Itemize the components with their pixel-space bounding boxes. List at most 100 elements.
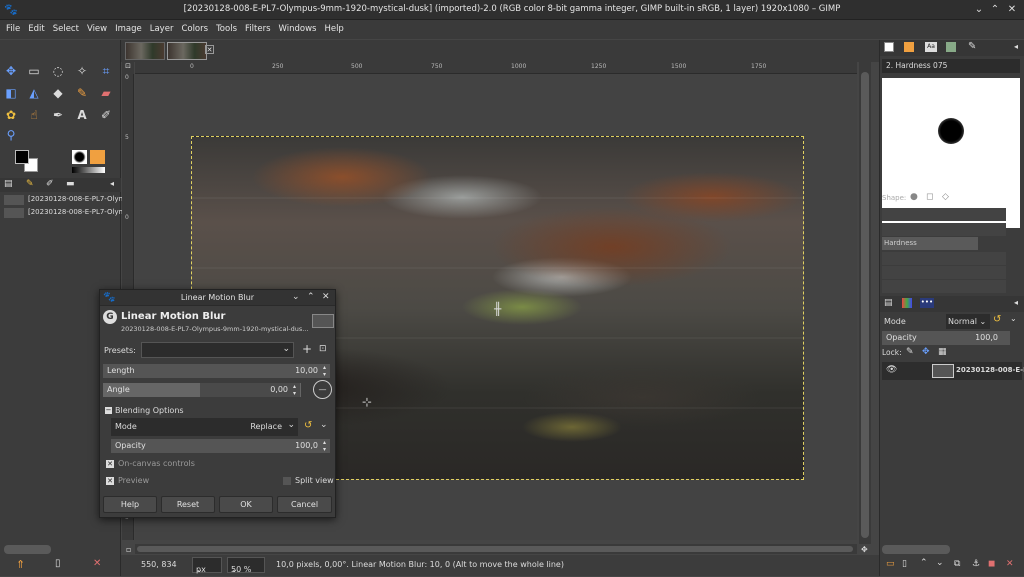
brush-preview[interactable] — [882, 78, 1020, 228]
menu-edit[interactable]: Edit — [24, 20, 48, 39]
unit-select[interactable]: px ⌄ — [192, 557, 222, 574]
minimize-icon[interactable]: ⌄ — [292, 292, 300, 302]
lock-position-icon[interactable]: ✥ — [922, 347, 930, 357]
lasso-icon[interactable]: ◌ — [49, 62, 67, 80]
length-slider[interactable]: Length 10,00 ▴ ▾ — [103, 364, 330, 378]
channels-tab-icon[interactable] — [902, 298, 912, 308]
menu-select[interactable]: Select — [49, 20, 83, 39]
raise-icon[interactable]: ⇑ — [16, 558, 25, 571]
tool-presets-tab-icon[interactable]: ✎ — [968, 41, 976, 52]
foreground-color-swatch[interactable] — [15, 150, 29, 164]
list-item[interactable]: [20230128-008-E-PL7-Olym — [4, 194, 125, 206]
length-stepper-icon[interactable]: ▴ ▾ — [320, 364, 329, 378]
paint-tab-icon[interactable]: ✐ — [46, 179, 54, 189]
close-icon[interactable]: ✕ — [1005, 3, 1019, 17]
menu-windows[interactable]: Windows — [275, 20, 321, 39]
menu-tools[interactable]: Tools — [212, 20, 241, 39]
close-icon[interactable]: ✕ — [322, 292, 330, 302]
menu-file[interactable]: File — [2, 20, 24, 39]
menu-image[interactable]: Image — [111, 20, 146, 39]
image-tab-1[interactable] — [125, 42, 165, 60]
anchor-layer-icon[interactable]: ⚓ — [972, 559, 980, 569]
angle-stepper-icon[interactable]: ▴ ▾ — [290, 383, 299, 397]
shape-square-icon[interactable]: ◻ — [926, 192, 933, 202]
layer-mask-icon[interactable]: ◼ — [988, 559, 995, 569]
angle-dial-icon[interactable]: — — [313, 380, 332, 399]
paintbrush-icon[interactable]: ✎ — [73, 84, 91, 102]
paths-tab-icon[interactable]: ••• — [920, 298, 934, 308]
rect-select-icon[interactable]: ▭ — [25, 62, 43, 80]
color-picker-icon[interactable]: ✐ — [97, 106, 115, 124]
brush-option-slider[interactable] — [882, 223, 1006, 236]
on-canvas-controls-checkbox[interactable]: ✕ — [106, 460, 114, 468]
delete-icon[interactable]: ✕ — [93, 558, 101, 569]
images-tab-icon[interactable]: ▤ — [4, 179, 13, 189]
brush-option-slider[interactable] — [882, 266, 1006, 279]
help-button[interactable]: Help — [103, 496, 157, 513]
blend-opacity-slider[interactable]: Opacity 100,0 ▴ ▾ — [111, 439, 330, 453]
dialog-title-bar[interactable]: 🐾 Linear Motion Blur ⌄ ⌃ ✕ — [100, 290, 335, 306]
blur-line-handle-icon[interactable]: ╫ — [494, 302, 501, 316]
layer-opacity-field[interactable]: Opacity 100,0 — [882, 331, 1010, 345]
hardness-slider[interactable]: Hardness — [882, 237, 978, 250]
duplicate-layer-icon[interactable]: ⧉ — [954, 559, 960, 569]
smudge-icon[interactable]: ☝ — [25, 106, 43, 124]
vertical-scrollbar[interactable] — [859, 62, 871, 544]
path-icon[interactable]: ✒ — [49, 106, 67, 124]
presets-select[interactable]: ⌄ — [141, 342, 294, 358]
dock-menu-icon[interactable]: ◂ — [1014, 298, 1018, 307]
transform-icon[interactable]: ◧ — [2, 84, 20, 102]
panel-scrollbar[interactable] — [4, 545, 51, 554]
layer-row[interactable]: 👁 20230128-008-E-PL7 — [882, 362, 1024, 380]
visibility-eye-icon[interactable]: 👁 — [886, 365, 897, 375]
brush-option-slider[interactable] — [882, 280, 1006, 293]
warp-icon[interactable]: ◭ — [25, 84, 43, 102]
preview-checkbox[interactable]: ✕ — [106, 477, 114, 485]
lock-pixels-icon[interactable]: ✎ — [906, 347, 914, 357]
navigate-icon[interactable]: ✥ — [861, 545, 868, 554]
menu-layer[interactable]: Layer — [146, 20, 178, 39]
image-tab-2[interactable] — [167, 42, 207, 60]
lower-layer-icon[interactable]: ⌄ — [936, 558, 944, 568]
layer-mode-select[interactable]: Normal ⌄ — [946, 314, 990, 329]
collapse-icon[interactable]: − — [105, 407, 112, 414]
list-item[interactable]: [20230128-008-E-PL7-Olym — [4, 207, 125, 219]
brushes-tab-icon[interactable] — [884, 42, 894, 52]
patterns-tab-icon[interactable] — [904, 42, 914, 52]
new-layer-icon[interactable]: ▯ — [902, 559, 907, 569]
pattern-preview-icon[interactable] — [90, 150, 105, 164]
reset-button[interactable]: Reset — [161, 496, 215, 513]
blend-mode-select[interactable]: Mode Replace ⌄ — [111, 418, 298, 436]
ruler-corner[interactable]: ⊡ — [122, 62, 134, 74]
brush-option-slider[interactable] — [882, 252, 1006, 265]
menu-help[interactable]: Help — [320, 20, 347, 39]
menu-view[interactable]: View — [83, 20, 111, 39]
brush-option-slider[interactable] — [882, 208, 1006, 221]
shape-circle-icon[interactable]: ● — [910, 192, 918, 202]
eraser-icon[interactable]: ▰ — [97, 84, 115, 102]
minimize-icon[interactable]: ⌄ — [972, 3, 986, 17]
blend-reset-icon[interactable]: ↺ — [304, 420, 312, 431]
ok-button[interactable]: OK — [219, 496, 273, 513]
layers-scrollbar[interactable] — [882, 545, 950, 554]
quick-mask-icon[interactable]: ▫ — [126, 545, 131, 554]
clone-icon[interactable]: ✿ — [2, 106, 20, 124]
close-tab-icon[interactable]: ✕ — [205, 45, 214, 54]
preset-menu-icon[interactable]: ⊡ — [319, 344, 327, 354]
move-tool-icon[interactable]: ✥ — [2, 62, 20, 80]
bucket-fill-icon[interactable]: ◆ — [49, 84, 67, 102]
text-tool-icon[interactable]: A — [73, 106, 91, 124]
horizontal-scrollbar[interactable] — [135, 544, 857, 554]
menu-colors[interactable]: Colors — [177, 20, 212, 39]
cancel-button[interactable]: Cancel — [277, 496, 332, 513]
display-tab-icon[interactable]: ▬ — [66, 179, 75, 189]
chevron-down-icon[interactable]: ⌄ — [320, 420, 328, 430]
shape-diamond-icon[interactable]: ◇ — [942, 192, 949, 202]
ruler-top[interactable]: 0 250 500 750 1000 1250 1500 1750 — [135, 62, 857, 74]
gradients-tab-icon[interactable] — [946, 42, 956, 52]
lock-alpha-icon[interactable]: ▦ — [938, 347, 947, 357]
angle-slider-empty[interactable]: 0,00 ▴ ▾ — [200, 383, 300, 397]
raise-layer-icon[interactable]: ⌃ — [920, 558, 928, 568]
menu-filters[interactable]: Filters — [241, 20, 274, 39]
brush-preview-icon[interactable] — [72, 150, 87, 164]
